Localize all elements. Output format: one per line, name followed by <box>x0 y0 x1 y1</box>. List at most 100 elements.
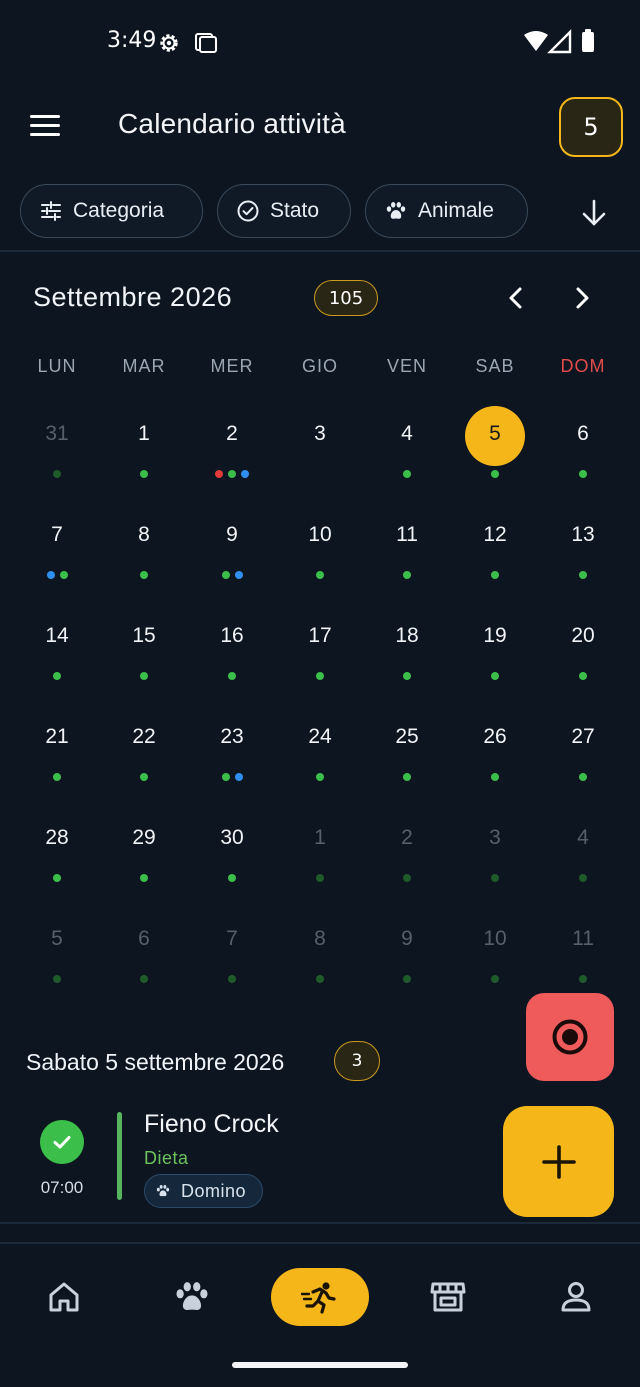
calendar-day[interactable]: 7 <box>13 501 101 601</box>
calendar-day[interactable]: 27 <box>539 703 627 803</box>
day-number: 24 <box>308 725 332 748</box>
weekday-label: MAR <box>122 356 166 376</box>
calendar-day[interactable]: 2 <box>363 804 451 904</box>
day-number: 16 <box>220 624 244 647</box>
calendar-day[interactable]: 10 <box>451 905 539 1005</box>
nav-profile[interactable] <box>526 1268 626 1326</box>
event-dots <box>13 672 101 680</box>
event-dots <box>100 672 188 680</box>
home-icon <box>49 1282 79 1312</box>
calendar-day[interactable]: 13 <box>539 501 627 601</box>
nav-activities[interactable] <box>270 1268 370 1326</box>
day-number: 11 <box>572 927 594 950</box>
event-dots <box>276 773 364 781</box>
day-number: 6 <box>138 927 150 950</box>
calendar-day[interactable]: 28 <box>13 804 101 904</box>
calendar-day[interactable]: 26 <box>451 703 539 803</box>
calendar-day[interactable]: 9 <box>188 501 276 601</box>
arrow-down-icon[interactable] <box>576 195 612 231</box>
day-number: 15 <box>132 624 156 647</box>
calendar-day[interactable]: 8 <box>276 905 364 1005</box>
day-number: 5 <box>51 927 63 950</box>
calendar-day[interactable]: 12 <box>451 501 539 601</box>
day-number: 22 <box>132 725 156 748</box>
calendar-day[interactable]: 3 <box>451 804 539 904</box>
nav-shop[interactable] <box>398 1268 498 1326</box>
calendar-day[interactable]: 23 <box>188 703 276 803</box>
event-dots <box>539 874 627 882</box>
calendar-day[interactable]: 18 <box>363 602 451 702</box>
calendar-day[interactable]: 14 <box>13 602 101 702</box>
calendar-day[interactable]: 7 <box>188 905 276 1005</box>
calendar-day[interactable]: 4 <box>539 804 627 904</box>
filter-bar: Categoria Stato Animale <box>0 183 640 241</box>
calendar-day[interactable]: 4 <box>363 400 451 500</box>
calendar-day[interactable]: 2 <box>188 400 276 500</box>
app-bar: Calendario attività 5 <box>0 84 640 172</box>
calendar-day[interactable]: 6 <box>100 905 188 1005</box>
event-dot-green <box>53 874 61 882</box>
add-activity-button[interactable] <box>503 1106 614 1217</box>
calendar-day[interactable]: 11 <box>539 905 627 1005</box>
page-title: Calendario attività <box>118 108 346 139</box>
event-dot-green <box>228 975 236 983</box>
calendar-day[interactable]: 5 <box>13 905 101 1005</box>
completed-check-icon[interactable] <box>40 1120 84 1164</box>
filter-chip-label: Categoria <box>73 199 165 222</box>
event-dots <box>100 975 188 983</box>
calendar-day[interactable]: 8 <box>100 501 188 601</box>
nav-animals[interactable] <box>142 1268 242 1326</box>
calendar-day[interactable]: 3 <box>276 400 364 500</box>
calendar-day[interactable]: 1 <box>100 400 188 500</box>
calendar-day[interactable]: 29 <box>100 804 188 904</box>
chevron-right-icon[interactable] <box>566 282 598 314</box>
event-dots <box>363 975 451 983</box>
event-dot-green <box>221 773 230 781</box>
filter-chip-stato[interactable]: Stato <box>217 184 351 238</box>
nav-home[interactable] <box>14 1268 114 1326</box>
gesture-home-indicator[interactable] <box>232 1362 408 1368</box>
calendar-day[interactable]: 21 <box>13 703 101 803</box>
event-dots <box>100 571 188 579</box>
day-number: 19 <box>483 624 507 647</box>
calendar-day[interactable]: 22 <box>100 703 188 803</box>
event-dot-green <box>491 773 499 781</box>
calendar-day[interactable]: 30 <box>188 804 276 904</box>
event-dot-green <box>140 571 148 579</box>
calendar-day[interactable]: 16 <box>188 602 276 702</box>
calendar-day[interactable]: 15 <box>100 602 188 702</box>
calendar-day[interactable]: 20 <box>539 602 627 702</box>
day-number: 11 <box>396 523 418 546</box>
calendar-day[interactable]: 24 <box>276 703 364 803</box>
calendar-day[interactable]: 1 <box>276 804 364 904</box>
event-dot-green <box>316 773 324 781</box>
calendar-day-today[interactable]: 5 <box>451 400 539 500</box>
sliders-icon <box>41 201 61 221</box>
event-dot-green <box>491 975 499 983</box>
chevron-left-icon[interactable] <box>500 282 532 314</box>
filter-chip-categoria[interactable]: Categoria <box>20 184 203 238</box>
filter-chip-animale[interactable]: Animale <box>365 184 528 238</box>
day-number: 2 <box>401 826 413 849</box>
calendar-day[interactable]: 9 <box>363 905 451 1005</box>
event-dot-green <box>140 874 148 882</box>
weekday-label: VEN <box>386 356 427 376</box>
calendar-day[interactable]: 17 <box>276 602 364 702</box>
calendar-day[interactable]: 31 <box>13 400 101 500</box>
notification-count-badge[interactable]: 5 <box>559 97 623 157</box>
weekday-label: GIO <box>301 356 338 376</box>
day-number: 28 <box>45 826 69 849</box>
animal-chip[interactable]: Domino <box>144 1174 264 1208</box>
day-number: 9 <box>226 523 238 546</box>
hamburger-menu-icon[interactable] <box>26 110 66 146</box>
calendar-day[interactable]: 6 <box>539 400 627 500</box>
event-dots <box>539 571 627 579</box>
calendar-day[interactable]: 25 <box>363 703 451 803</box>
calendar-day[interactable]: 19 <box>451 602 539 702</box>
calendar-day[interactable]: 11 <box>363 501 451 601</box>
calendar-day[interactable]: 10 <box>276 501 364 601</box>
event-category-bar <box>117 1112 122 1200</box>
paw-icon <box>156 1185 170 1197</box>
event-dots <box>363 672 451 680</box>
battery-icon <box>582 32 594 52</box>
